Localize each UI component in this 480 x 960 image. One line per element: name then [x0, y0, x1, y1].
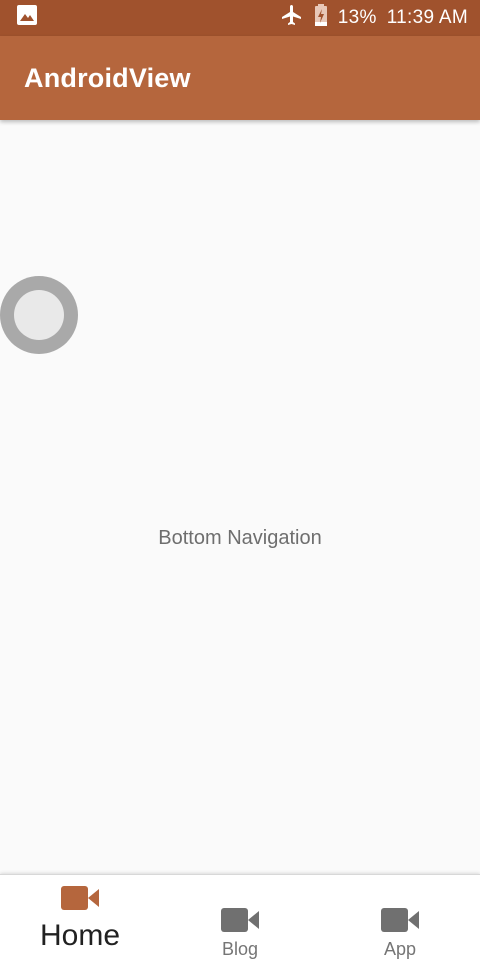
image-icon — [16, 4, 38, 32]
videocam-icon — [381, 907, 419, 933]
battery-charging-icon — [314, 3, 328, 33]
status-right: 13% 11:39 AM — [280, 3, 468, 33]
app-bar: AndroidView — [0, 36, 480, 120]
battery-percent: 13% — [337, 7, 377, 28]
status-left — [16, 4, 38, 32]
nav-item-app[interactable]: App — [320, 875, 480, 960]
bottom-navigation: Home Blog App — [0, 874, 480, 960]
nav-label-app: App — [383, 939, 417, 959]
status-bar: 13% 11:39 AM — [0, 0, 480, 36]
videocam-icon — [61, 885, 99, 911]
nav-item-blog[interactable]: Blog — [160, 875, 320, 960]
nav-item-home[interactable]: Home — [0, 875, 160, 960]
main-content: Bottom Navigation — [0, 120, 480, 874]
floating-touch-button[interactable] — [0, 276, 78, 354]
app-title: AndroidView — [24, 62, 191, 93]
nav-label-home: Home — [39, 919, 121, 952]
floating-touch-button-inner — [14, 290, 64, 340]
center-text: Bottom Navigation — [158, 527, 322, 549]
videocam-icon — [221, 907, 259, 933]
clock: 11:39 AM — [386, 7, 468, 28]
nav-label-blog: Blog — [221, 939, 259, 959]
airplane-icon — [280, 3, 304, 33]
